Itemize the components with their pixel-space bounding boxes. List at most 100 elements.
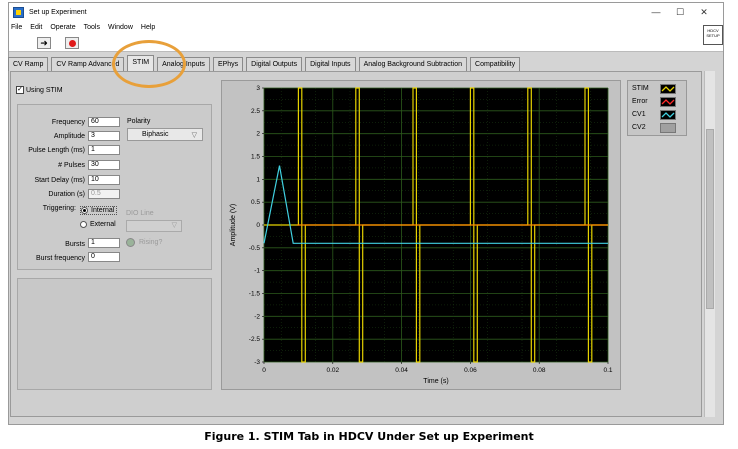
x-tick-label: 0.06 [464, 367, 477, 374]
start-delay-input[interactable]: 10 [88, 175, 120, 185]
legend-label: CV1 [632, 111, 646, 118]
x-tick-label: 0 [262, 367, 266, 374]
pulse-length-input[interactable]: 1 [88, 145, 120, 155]
toolbar: ➜ [9, 34, 723, 52]
title-bar: Set up Experiment — ☐ ✕ [9, 3, 723, 21]
legend-item-error: Error [632, 98, 648, 105]
radio-unselected-icon [80, 221, 87, 228]
y-tick-label: 2.5 [251, 108, 260, 115]
checkmark-icon: ✓ [16, 86, 24, 94]
start-delay-label: Start Delay (ms) [34, 177, 85, 184]
vi-icon: HDCV SETUP [703, 25, 723, 45]
x-tick-label: 0.1 [603, 367, 612, 374]
polarity-value: Biphasic [142, 131, 169, 138]
scrollbar-thumb[interactable] [706, 129, 714, 309]
legend-label: CV2 [632, 124, 646, 131]
legend-swatch-cv2 [660, 123, 676, 133]
y-tick-label: -3 [254, 359, 260, 366]
stop-button[interactable] [65, 37, 79, 49]
tab-compatibility[interactable]: Compatibility [470, 57, 521, 71]
burst-frequency-input[interactable]: 0 [88, 252, 120, 262]
radio-selected-icon [81, 207, 88, 214]
menu-tools[interactable]: Tools [84, 24, 100, 31]
y-tick-label: -0.5 [249, 245, 261, 252]
legend-label: Error [632, 98, 648, 105]
x-axis-label: Time (s) [423, 378, 448, 385]
menu-file[interactable]: File [11, 24, 22, 31]
app-icon [13, 6, 24, 18]
tab-stim[interactable]: STIM [127, 55, 155, 71]
dio-line-select: ▽ [126, 220, 182, 232]
menu-window[interactable]: Window [108, 24, 133, 31]
frequency-label: Frequency [51, 119, 85, 126]
menu-edit[interactable]: Edit [30, 24, 42, 31]
x-tick-label: 0.02 [326, 367, 339, 374]
menu-operate[interactable]: Operate [50, 24, 75, 31]
amplitude-input[interactable]: 3 [88, 131, 120, 141]
tab-cv-ramp-advanced[interactable]: CV Ramp Advanced [51, 57, 125, 71]
stim-waveform-chart: 32.521.510.50-0.5-1-1.5-2-2.5-30 0.02 0.04… [230, 85, 613, 385]
duration-input: 0.5 [88, 189, 120, 199]
dio-line-label: DIO Line [126, 210, 154, 217]
figure-caption: Figure 1. STIM Tab in HDCV Under Set up … [204, 430, 534, 443]
dropdown-arrow-icon: ▽ [191, 132, 197, 139]
tab-cv-ramp[interactable]: CV Ramp [8, 57, 49, 71]
run-arrow-icon[interactable]: ➜ [37, 37, 51, 49]
menu-help[interactable]: Help [141, 24, 155, 31]
y-tick-label: -1.5 [249, 291, 261, 298]
polarity-label: Polarity [127, 118, 151, 125]
triggering-internal-radio[interactable]: Internal [80, 206, 118, 215]
triggering-external-radio[interactable]: External [80, 221, 116, 228]
close-button[interactable]: ✕ [693, 5, 715, 19]
legend-swatch-error [660, 97, 676, 107]
window-title: Set up Experiment [29, 8, 87, 16]
minimize-button[interactable]: — [645, 5, 667, 19]
led-icon [126, 238, 135, 247]
y-tick-label: 0.5 [251, 199, 260, 206]
y-tick-label: -1 [254, 268, 260, 275]
y-tick-label: -2.5 [249, 336, 261, 343]
empty-panel [17, 278, 212, 390]
polarity-select[interactable]: Biphasic ▽ [127, 128, 203, 141]
duration-label: Duration (s) [48, 191, 85, 198]
maximize-button[interactable]: ☐ [669, 5, 691, 19]
legend-swatch-stim [660, 84, 676, 94]
y-tick-label: -2 [254, 313, 260, 320]
legend-swatch-cv1 [660, 110, 676, 120]
amplitude-label: Amplitude [53, 133, 85, 140]
pulses-label: # Pulses [58, 162, 85, 169]
vertical-scrollbar[interactable] [704, 71, 715, 417]
y-tick-label: 1 [256, 176, 260, 183]
tab-analog-background-subtraction[interactable]: Analog Background Subtraction [358, 57, 468, 71]
pulse-length-label: Pulse Length (ms) [28, 147, 85, 154]
tab-analog-inputs[interactable]: Analog Inputs [157, 57, 210, 71]
y-tick-label: 3 [256, 85, 260, 92]
y-tick-label: 2 [256, 131, 260, 138]
legend-item-cv1: CV1 [632, 111, 646, 118]
legend-item-cv2: CV2 [632, 124, 646, 131]
legend-label: STIM [632, 85, 649, 92]
y-tick-label: 0 [256, 222, 260, 229]
bursts-input[interactable]: 1 [88, 238, 120, 248]
pulses-input[interactable]: 30 [88, 160, 120, 170]
stop-icon [69, 40, 76, 47]
chart-legend: STIM Error CV1 CV2 [627, 80, 687, 136]
rising-label: Rising? [139, 239, 163, 246]
internal-label: Internal [91, 207, 115, 214]
tab-ephys[interactable]: EPhys [212, 57, 244, 71]
frequency-input[interactable]: 60 [88, 117, 120, 127]
rising-indicator: Rising? [126, 238, 162, 247]
tab-digital-outputs[interactable]: Digital Outputs [246, 57, 303, 71]
using-stim-checkbox[interactable]: ✓ Using STIM [16, 86, 63, 94]
legend-item-stim: STIM [632, 85, 649, 92]
tab-bar: CV Ramp CV Ramp Advanced STIM Analog Inp… [8, 55, 523, 71]
tab-digital-inputs[interactable]: Digital Inputs [305, 57, 356, 71]
triggering-label: Triggering: [42, 205, 76, 212]
x-tick-label: 0.08 [533, 367, 546, 374]
bursts-label: Bursts [65, 241, 85, 248]
menu-bar: File Edit Operate Tools Window Help [9, 21, 723, 34]
x-tick-label: 0.04 [395, 367, 408, 374]
dropdown-arrow-icon: ▽ [171, 222, 177, 229]
external-label: External [90, 221, 116, 228]
burst-frequency-label: Burst frequency [35, 255, 85, 262]
